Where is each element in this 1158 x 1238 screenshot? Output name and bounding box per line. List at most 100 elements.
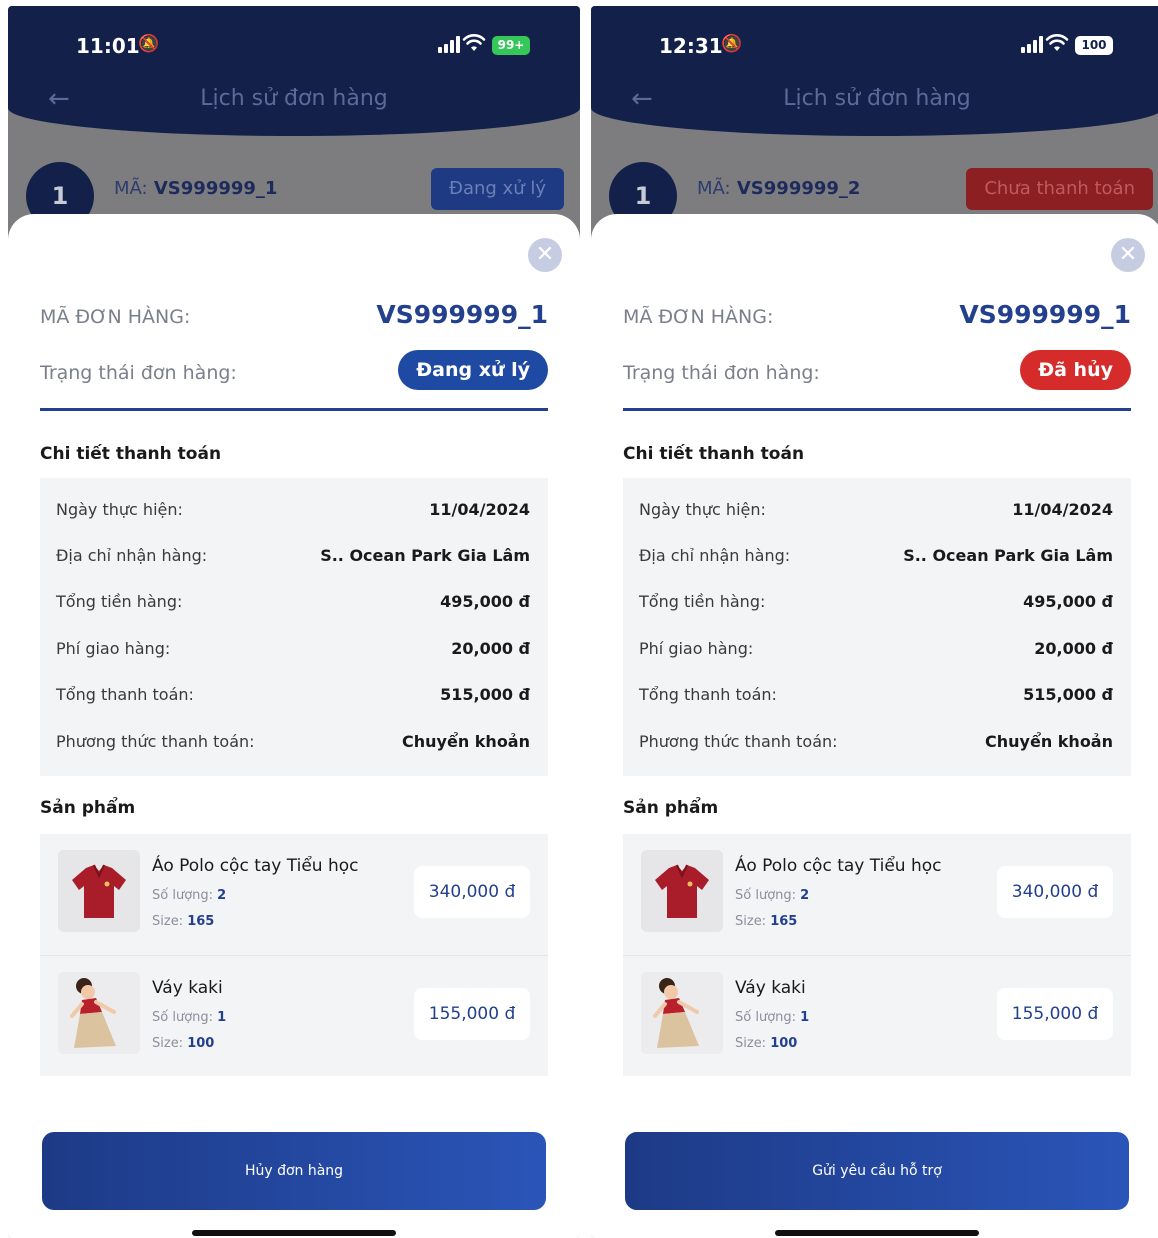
wifi-icon	[462, 34, 486, 51]
payment-section-title: Chi tiết thanh toán	[40, 444, 222, 464]
product-quantity: Số lượng: 2	[152, 888, 226, 903]
payment-label: Tổng thanh toán:	[639, 685, 777, 704]
payment-label: Phí giao hàng:	[56, 639, 171, 658]
app-header: 12:31 🔕 100 ← Lịch sử đơn hàng	[591, 6, 1158, 136]
product-size-value: 100	[770, 1036, 798, 1051]
payment-value: 11/04/2024	[429, 500, 530, 519]
battery-indicator: 100	[1075, 36, 1113, 55]
background-order-code-label: MÃ:	[114, 178, 148, 199]
payment-value: 20,000 đ	[1034, 639, 1113, 658]
cellular-signal-icon	[1021, 36, 1043, 53]
red-polo-shirt-icon	[641, 850, 723, 932]
payment-row-shipping: Phí giao hàng: 20,000 đ	[639, 635, 1113, 665]
product-quantity-value: 2	[800, 888, 810, 903]
background-order-code-value: VS999999_2	[736, 178, 861, 199]
payment-details-box: Ngày thực hiện: 11/04/2024 Địa chỉ nhận …	[623, 478, 1131, 776]
background-order-code: MÃ: VS999999_1	[114, 178, 277, 199]
page-title: Lịch sử đơn hàng	[783, 86, 971, 111]
silent-bell-icon: 🔕	[138, 34, 160, 54]
order-status-badge: Đang xử lý	[398, 350, 548, 390]
product-quantity: Số lượng: 2	[735, 888, 809, 903]
product-quantity-value: 2	[217, 888, 227, 903]
product-quantity-label: Số lượng:	[735, 1010, 797, 1025]
product-list: Áo Polo cộc tay Tiểu học Số lượng: 2 Siz…	[40, 834, 548, 1076]
cellular-signal-icon	[438, 36, 460, 53]
background-order-status: Đang xử lý	[431, 168, 564, 210]
product-size-value: 100	[187, 1036, 215, 1051]
payment-row-shipping: Phí giao hàng: 20,000 đ	[56, 635, 530, 665]
payment-value: Chuyển khoản	[402, 732, 530, 751]
payment-value: 20,000 đ	[451, 639, 530, 658]
home-indicator[interactable]	[192, 1230, 396, 1236]
payment-value: 515,000 đ	[440, 685, 530, 704]
payment-label: Ngày thực hiện:	[639, 500, 766, 519]
payment-row-subtotal: Tổng tiền hàng: 495,000 đ	[56, 588, 530, 618]
status-time: 11:01	[76, 34, 140, 58]
phone-screen-cancelled: 12:31 🔕 100 ← Lịch sử đơn hàng 1 MÃ: VS9…	[591, 6, 1158, 1238]
product-size-value: 165	[770, 914, 798, 929]
product-quantity-value: 1	[217, 1010, 227, 1025]
product-size-label: Size:	[735, 1036, 767, 1051]
products-section-title: Sản phẩm	[40, 798, 136, 818]
product-size-label: Size:	[152, 914, 184, 929]
payment-label: Tổng tiền hàng:	[639, 592, 766, 611]
product-size-label: Size:	[152, 1036, 184, 1051]
payment-label: Tổng tiền hàng:	[56, 592, 183, 611]
background-order-code-value: VS999999_1	[153, 178, 278, 199]
product-item[interactable]: Váy kaki Số lượng: 1 Size: 100 155,000 đ	[40, 955, 548, 1075]
order-detail-sheet: ✕ MÃ ĐƠN HÀNG: VS999999_1 Trạng thái đơn…	[591, 214, 1158, 1238]
product-list: Áo Polo cộc tay Tiểu học Số lượng: 2 Siz…	[623, 834, 1131, 1076]
girl-in-kaki-dress-icon	[58, 972, 140, 1054]
silent-bell-icon: 🔕	[721, 34, 743, 54]
product-name: Váy kaki	[735, 978, 806, 998]
product-size-value: 165	[187, 914, 215, 929]
divider	[40, 408, 548, 411]
product-size: Size: 165	[152, 914, 214, 929]
background-order-code: MÃ: VS999999_2	[697, 178, 860, 199]
product-image-polo	[641, 850, 723, 932]
cancel-order-button[interactable]: Hủy đơn hàng	[42, 1132, 546, 1210]
product-image-dress	[641, 972, 723, 1054]
payment-value: 495,000 đ	[1023, 592, 1113, 611]
payment-row-total: Tổng thanh toán: 515,000 đ	[56, 681, 530, 711]
product-image-polo	[58, 850, 140, 932]
product-item[interactable]: Váy kaki Số lượng: 1 Size: 100 155,000 đ	[623, 955, 1131, 1075]
close-icon[interactable]: ✕	[528, 238, 562, 272]
payment-label: Phương thức thanh toán:	[639, 732, 838, 751]
payment-value: Chuyển khoản	[985, 732, 1113, 751]
product-quantity-label: Số lượng:	[152, 1010, 214, 1025]
product-size-label: Size:	[735, 914, 767, 929]
product-price: 340,000 đ	[997, 866, 1113, 918]
product-item[interactable]: Áo Polo cộc tay Tiểu học Số lượng: 2 Siz…	[623, 834, 1131, 954]
order-code-value: VS999999_1	[959, 300, 1131, 329]
product-image-dress	[58, 972, 140, 1054]
background-order-code-label: MÃ:	[697, 178, 731, 199]
order-code-value: VS999999_1	[376, 300, 548, 329]
payment-row-address: Địa chỉ nhận hàng: S.. Ocean Park Gia Lâ…	[639, 542, 1113, 572]
payment-value: S.. Ocean Park Gia Lâm	[903, 546, 1113, 565]
product-name: Áo Polo cộc tay Tiểu học	[735, 856, 942, 876]
phone-screen-processing: 11:01 🔕 99+ ← Lịch sử đơn hàng 1 MÃ: VS9…	[8, 6, 580, 1238]
product-item[interactable]: Áo Polo cộc tay Tiểu học Số lượng: 2 Siz…	[40, 834, 548, 954]
product-quantity-label: Số lượng:	[735, 888, 797, 903]
payment-label: Phí giao hàng:	[639, 639, 754, 658]
payment-row-date: Ngày thực hiện: 11/04/2024	[639, 496, 1113, 526]
close-icon[interactable]: ✕	[1111, 238, 1145, 272]
payment-label: Địa chỉ nhận hàng:	[56, 546, 208, 565]
product-price: 340,000 đ	[414, 866, 530, 918]
product-price: 155,000 đ	[414, 988, 530, 1040]
status-bar: 11:01 🔕 99+	[8, 30, 580, 62]
home-indicator[interactable]	[775, 1230, 979, 1236]
status-bar: 12:31 🔕 100	[591, 30, 1158, 62]
product-size: Size: 165	[735, 914, 797, 929]
product-quantity: Số lượng: 1	[152, 1010, 226, 1025]
support-request-button[interactable]: Gửi yêu cầu hỗ trợ	[625, 1132, 1129, 1210]
payment-row-subtotal: Tổng tiền hàng: 495,000 đ	[639, 588, 1113, 618]
payment-row-method: Phương thức thanh toán: Chuyển khoản	[56, 728, 530, 758]
payment-row-address: Địa chỉ nhận hàng: S.. Ocean Park Gia Lâ…	[56, 542, 530, 572]
product-quantity-label: Số lượng:	[152, 888, 214, 903]
product-price: 155,000 đ	[997, 988, 1113, 1040]
payment-value: 495,000 đ	[440, 592, 530, 611]
product-quantity-value: 1	[800, 1010, 810, 1025]
payment-label: Ngày thực hiện:	[56, 500, 183, 519]
